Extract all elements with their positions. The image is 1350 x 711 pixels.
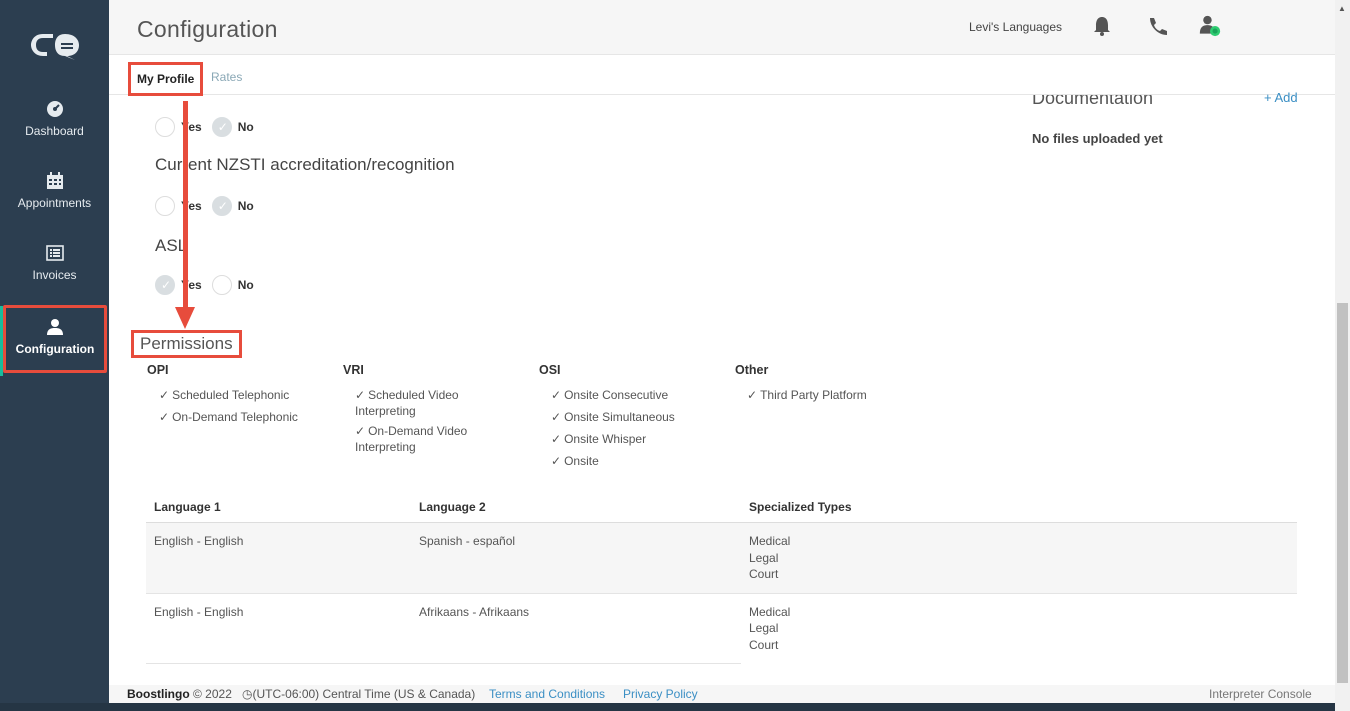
permission-item: ✓ On-Demand Telephonic [159, 410, 298, 424]
sidebar: Dashboard Appointments Invoices Configur… [0, 0, 109, 711]
permission-group-vri: VRI ✓ Scheduled Video Interpreting ✓ On-De… [343, 363, 493, 461]
check-icon: ✓ [551, 388, 562, 402]
footer-brand: Boostlingo © 2022 [127, 687, 232, 701]
privacy-link[interactable]: Privacy Policy [623, 687, 698, 701]
calendar-icon [46, 172, 63, 189]
check-icon: ✓ [747, 388, 758, 402]
tab-my-profile[interactable]: My Profile [128, 62, 204, 96]
top-header: Configuration Levi's Languages [109, 0, 1335, 55]
documentation-empty-text: No files uploaded yet [1032, 131, 1163, 146]
permission-group-osi: OSI ✓ Onsite Consecutive ✓ Onsite Simultan… [539, 363, 719, 475]
permissions-title: Permissions [131, 330, 242, 358]
sidebar-item-label: Configuration [15, 342, 95, 356]
cell-language-1: English - English [146, 522, 411, 594]
check-icon: ✓ [551, 410, 562, 424]
cell-specialized-types: Medical Legal Court [741, 522, 1297, 594]
main-content: Yes No Current NZSTI accreditation/recog… [109, 92, 1335, 685]
radio-no-label: No [237, 199, 254, 213]
radio-no-label: No [237, 120, 254, 134]
permission-item: ✓ Onsite [551, 454, 599, 468]
permission-item: ✓ Onsite Simultaneous [551, 410, 675, 424]
user-icon [47, 319, 63, 335]
permission-item: ✓ Onsite Consecutive [551, 388, 669, 402]
user-status-icon[interactable] [1199, 14, 1221, 38]
permission-item: ✓ Scheduled Telephonic [159, 388, 290, 402]
column-header: Language 2 [411, 492, 741, 523]
sidebar-item-invoices[interactable]: Invoices [0, 244, 109, 282]
radio-no-label: No [237, 278, 254, 292]
permission-item: ✓ On-Demand Video Interpreting [355, 424, 468, 454]
add-document-button[interactable]: + Add [1264, 92, 1298, 104]
boostlingo-logo[interactable] [29, 30, 81, 60]
annotation-arrow [175, 101, 195, 329]
sidebar-item-label: Invoices [32, 268, 77, 282]
dashboard-icon [46, 101, 63, 117]
permission-group-name: Other [735, 363, 769, 377]
terms-link[interactable]: Terms and Conditions [489, 687, 605, 701]
cell-language-2: Spanish - español [411, 522, 741, 594]
radio-no[interactable] [211, 275, 232, 295]
bell-icon[interactable] [1091, 14, 1113, 38]
permission-group-name: OSI [539, 363, 561, 377]
radio-no[interactable] [211, 196, 232, 216]
check-icon: ✓ [551, 454, 562, 468]
check-icon: ✓ [159, 388, 170, 402]
sidebar-item-dashboard[interactable]: Dashboard [0, 100, 109, 138]
phone-icon[interactable] [1146, 14, 1168, 38]
permission-group-name: VRI [343, 363, 364, 377]
clock-icon: ◷ [242, 687, 253, 701]
sidebar-item-label: Appointments [17, 196, 92, 210]
check-icon: ✓ [551, 432, 562, 446]
tab-rates[interactable]: Rates [211, 70, 242, 84]
tab-bar: My Profile Rates [109, 56, 1335, 96]
scroll-thumb[interactable] [1337, 303, 1348, 683]
table-row[interactable]: English - English Afrikaans - Afrikaans … [146, 593, 1297, 664]
cell-specialized-types: Medical Legal Court [749, 604, 791, 652]
documentation-title: Documentation [1032, 95, 1154, 108]
permission-item: ✓ Onsite Whisper [551, 432, 647, 446]
sidebar-item-configuration[interactable]: Configuration [3, 305, 107, 373]
permission-group-name: OPI [147, 363, 169, 377]
permission-item: ✓ Third Party Platform [747, 388, 867, 402]
table-row[interactable]: English - English Spanish - español Medi… [146, 522, 1297, 594]
column-header: Language 1 [146, 492, 411, 523]
footer-timezone: ◷(UTC-06:00) Central Time (US & Canada) [242, 687, 476, 701]
list-icon [45, 245, 64, 261]
footer-console-label: Interpreter Console [1209, 687, 1312, 701]
scrollbar[interactable]: ▲ [1335, 0, 1350, 711]
sidebar-item-label: Dashboard [25, 124, 84, 138]
permission-group-other: Other ✓ Third Party Platform [735, 363, 915, 409]
taskbar [0, 703, 1335, 711]
permission-group-opi: OPI ✓ Scheduled Telephonic ✓ On-Demand Tel… [147, 363, 327, 431]
radio-no[interactable] [211, 117, 232, 137]
check-icon: ✓ [355, 388, 366, 402]
column-header: Specialized Types [741, 492, 1297, 523]
org-name[interactable]: Levi's Languages [969, 20, 1062, 34]
scroll-up-icon[interactable]: ▲ [1338, 4, 1346, 13]
check-icon: ✓ [159, 410, 170, 424]
permission-item: ✓ Scheduled Video Interpreting [355, 388, 459, 418]
check-icon: ✓ [355, 424, 366, 438]
cell-language-2: Afrikaans - Afrikaans [411, 593, 741, 664]
languages-table: Language 1 Language 2 Specialized Types … [146, 492, 1297, 664]
sidebar-item-appointments[interactable]: Appointments [0, 172, 109, 210]
table-header-row: Language 1 Language 2 Specialized Types [146, 492, 1297, 523]
page-title: Configuration [137, 16, 278, 42]
cell-language-1: English - English [146, 593, 411, 664]
